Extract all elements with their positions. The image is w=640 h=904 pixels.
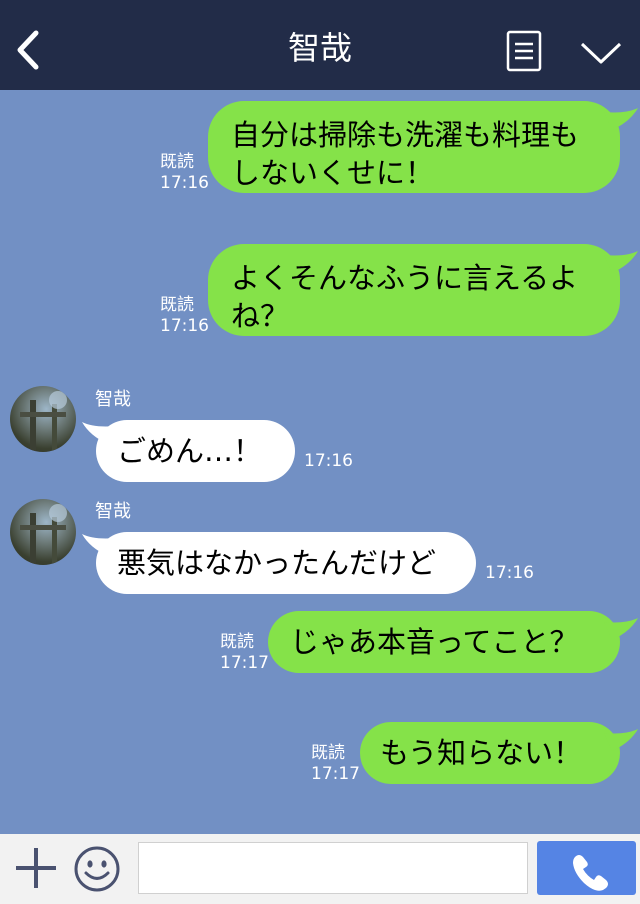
message-bubble[interactable]: じゃあ本音ってこと？ [268,611,620,673]
bubble-tail [604,251,638,273]
message-text-line: ね？ [231,299,290,333]
sender-name: 智哉 [95,501,131,522]
message-input[interactable] [138,842,528,894]
timestamp: 17:17 [220,653,269,673]
plus-icon [16,848,56,888]
read-receipt: 既読 [160,152,194,172]
message-text-line: よくそんなふうに言えるよ [231,261,579,295]
timestamp: 17:16 [160,316,209,336]
bubble-tail [604,618,638,640]
message-bubble[interactable]: ごめん…！ [96,420,295,482]
timestamp: 17:16 [304,451,353,471]
chat-header: 智哉 [0,0,640,90]
timestamp: 17:17 [311,764,360,784]
avatar-photo [20,391,67,452]
add-button[interactable] [14,846,58,890]
list-icon [506,30,542,72]
message-text-line: しないくせに！ [231,156,435,190]
message-text-line: ごめん…！ [117,434,263,468]
read-receipt: 既読 [220,632,254,652]
avatar-photo [20,504,67,565]
message-bubble[interactable]: 自分は掃除も洗濯も料理も しないくせに！ [208,101,620,193]
read-receipt: 既読 [160,295,194,315]
smiley-icon [74,846,120,892]
bubble-tail [604,108,638,130]
contact-avatar[interactable] [10,386,76,452]
message-meta: 既読 17:16 [160,295,209,337]
sender-name: 智哉 [95,389,131,410]
message-text-line: じゃあ本音ってこと？ [290,625,579,659]
message-meta: 既読 17:17 [220,632,269,674]
message-bubble[interactable]: よくそんなふうに言えるよ ね？ [208,244,620,336]
collapse-button[interactable] [576,36,626,70]
timestamp: 17:16 [485,563,534,583]
message-text-line: もう知らない！ [380,736,583,770]
message-text-line: 自分は掃除も洗濯も料理も [231,118,580,152]
menu-button[interactable] [500,28,548,76]
message-bubble[interactable]: もう知らない！ [360,722,620,784]
emoji-button[interactable] [73,845,121,893]
chevron-down-icon [580,42,622,64]
call-button[interactable] [537,841,636,895]
contact-avatar[interactable] [10,499,76,565]
bubble-tail [604,729,638,751]
message-toolbar [0,834,640,904]
phone-icon [573,855,608,891]
message-bubble[interactable]: 悪気はなかったんだけど [96,532,476,594]
timestamp: 17:16 [160,173,209,193]
read-receipt: 既読 [311,743,345,763]
message-text-line: 悪気はなかったんだけど [117,546,437,580]
message-meta: 既読 17:16 [160,152,209,194]
message-meta: 既読 17:17 [311,743,360,785]
